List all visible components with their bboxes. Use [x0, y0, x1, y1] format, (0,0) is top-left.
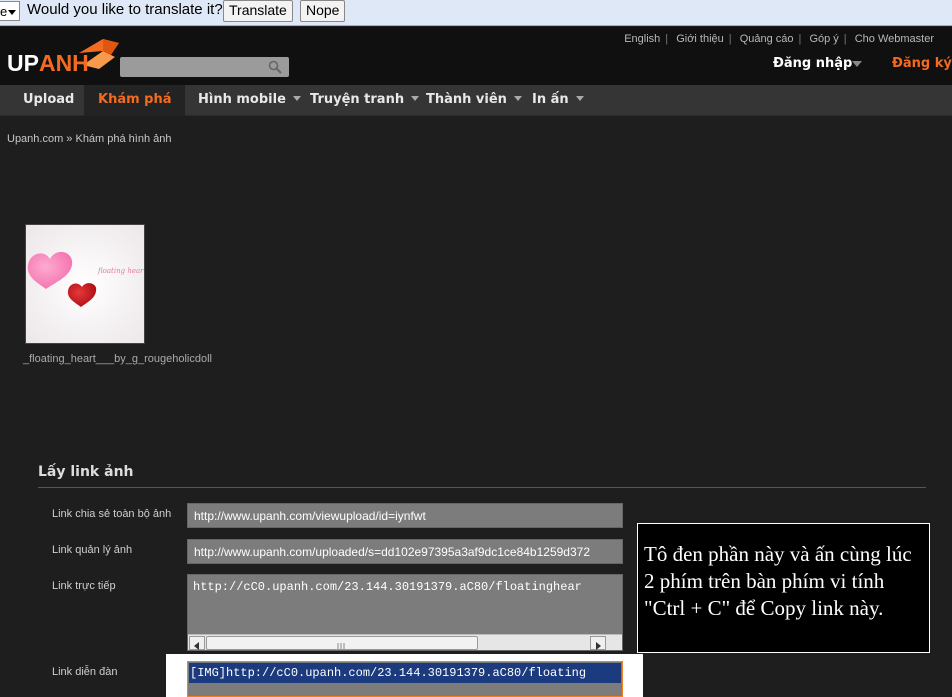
login-caret-icon[interactable] — [852, 61, 862, 67]
manage-link-field[interactable]: http://www.upanh.com/uploaded/s=dd102e97… — [187, 539, 623, 564]
logo-text: UPANH — [7, 50, 89, 76]
image-caption[interactable]: _floating_heart___by_g_rougeholicdoll — [23, 353, 212, 365]
site-logo[interactable]: UPANH — [7, 35, 123, 79]
divider — [38, 487, 926, 488]
instruction-callout: Tô đen phần này và ấn cùng lúc 2 phím tr… — [637, 523, 930, 653]
image-inner-text: floating heart... — [97, 267, 145, 275]
toplink-webmaster[interactable]: Cho Webmaster — [851, 33, 938, 45]
scroll-right-icon[interactable] — [590, 636, 606, 650]
manage-link-label: Link quản lý ảnh — [52, 544, 133, 556]
share-link-field[interactable]: http://www.upanh.com/viewupload/id=iynfw… — [187, 503, 623, 528]
chevron-down-icon — [8, 10, 16, 15]
translate-question: Would you like to translate it? — [27, 1, 223, 18]
language-select-value: e — [0, 4, 8, 19]
site-header: UPANH English | Giới thiệu | Quảng cáo | Gó… — [0, 27, 952, 85]
nav-explore[interactable]: Khám phá — [84, 85, 185, 116]
chevron-down-icon — [411, 96, 420, 101]
nav-upload[interactable]: Upload — [23, 85, 74, 116]
image-thumbnail[interactable]: floating heart... — [25, 224, 145, 344]
login-link[interactable]: Đăng nhập — [773, 56, 852, 71]
nav-mobile[interactable]: Hình mobile — [198, 85, 301, 116]
translate-bar: e Would you like to translate it? Transl… — [0, 0, 952, 26]
nope-button[interactable]: Nope — [300, 0, 346, 22]
language-select[interactable]: e — [0, 1, 20, 21]
link-section-heading: Lấy link ảnh — [38, 464, 134, 480]
search-input[interactable] — [120, 57, 289, 77]
forum-link-field[interactable]: [IMG]http://cC0.upanh.com/23.144.3019137… — [187, 661, 623, 697]
toplink-feedback[interactable]: Góp ý — [805, 33, 842, 45]
direct-link-value: http://cC0.upanh.com/23.144.30191379.aC8… — [193, 580, 582, 594]
scrollbar-thumb[interactable] — [206, 636, 478, 650]
top-links: English | Giới thiệu | Quảng cáo | Góp ý | C… — [620, 33, 938, 45]
horizontal-scrollbar[interactable] — [188, 634, 622, 650]
search-icon[interactable] — [268, 60, 282, 74]
chevron-down-icon — [575, 96, 584, 101]
nav-print[interactable]: In ấn — [532, 85, 584, 116]
chevron-down-icon — [513, 96, 522, 101]
toplink-ads[interactable]: Quảng cáo — [736, 33, 798, 45]
direct-link-textarea[interactable]: http://cC0.upanh.com/23.144.30191379.aC8… — [187, 574, 623, 651]
register-link[interactable]: Đăng ký — [892, 56, 952, 71]
translate-button[interactable]: Translate — [223, 0, 293, 22]
toplink-about[interactable]: Giới thiệu — [672, 33, 728, 45]
nav-members[interactable]: Thành viên — [426, 85, 522, 116]
chevron-down-icon — [292, 96, 301, 101]
breadcrumb[interactable]: Upanh.com » Khám phá hình ảnh — [7, 133, 172, 145]
forum-link-label: Link diễn đàn — [52, 666, 118, 678]
toplink-english[interactable]: English — [620, 33, 664, 45]
share-link-label: Link chia sẻ toàn bộ ảnh — [52, 508, 172, 520]
scroll-left-icon[interactable] — [189, 636, 205, 650]
main-nav: Upload Khám phá Hình mobile Truyện tranh… — [0, 85, 952, 116]
heart-image: floating heart... — [26, 225, 145, 343]
nav-comics[interactable]: Truyện tranh — [310, 85, 420, 116]
direct-link-label: Link trực tiếp — [52, 580, 116, 592]
forum-link-selected-text: [IMG]http://cC0.upanh.com/23.144.3019137… — [189, 663, 621, 683]
